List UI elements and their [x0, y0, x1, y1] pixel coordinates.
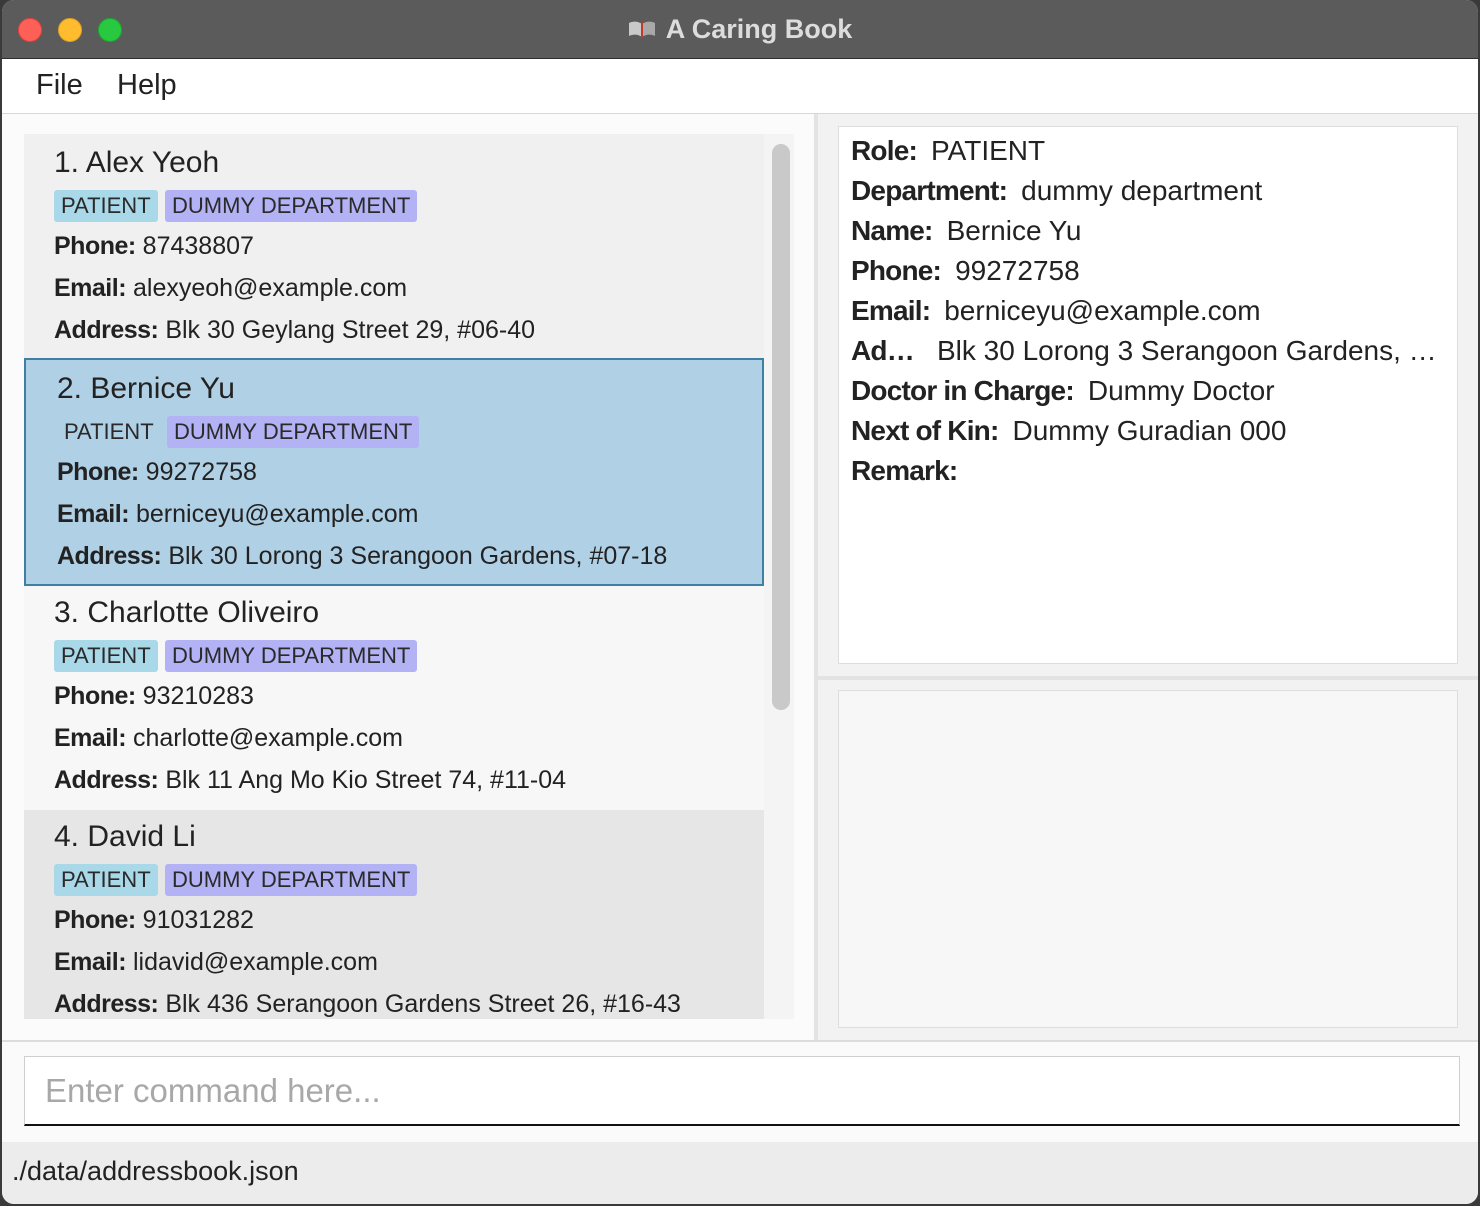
detail-doctor: Doctor in Charge: Dummy Doctor — [851, 375, 1275, 406]
person-list[interactable]: 1. Alex Yeoh PATIENT DUMMY DEPARTMENT Ph… — [24, 134, 794, 1019]
phone-field: Phone: 87438807 — [54, 232, 254, 260]
detail-address: Add... Blk 30 Lorong 3 Serangoon Gardens,… — [851, 335, 1451, 366]
department-tag: DUMMY DEPARTMENT — [165, 640, 418, 672]
title-bar[interactable]: A Caring Book — [2, 0, 1478, 59]
detail-role: Role: PATIENT — [851, 135, 1046, 166]
app-window: A Caring Book File Help 1. Alex Yeoh PAT… — [2, 0, 1478, 1204]
detail-phone: Phone: 99272758 — [851, 255, 1080, 286]
address-field: Address: Blk 11 Ang Mo Kio Street 74, #1… — [54, 766, 567, 794]
person-card-selected[interactable]: 2. Bernice Yu PATIENT DUMMY DEPARTMENT P… — [24, 358, 764, 586]
role-tag: PATIENT — [54, 864, 158, 896]
detail-panel: Role: PATIENT Department: dummy department… — [818, 114, 1478, 1040]
department-tag: DUMMY DEPARTMENT — [167, 416, 420, 448]
person-list-panel: 1. Alex Yeoh PATIENT DUMMY DEPARTMENT Ph… — [2, 114, 814, 1040]
detail-next-of-kin: Next of Kin: Dummy Guradian 000 — [851, 415, 1287, 446]
person-name: 4. David Li — [54, 820, 196, 853]
menu-bar: File Help — [2, 59, 1478, 114]
email-field: Email: lidavid@example.com — [54, 948, 378, 976]
email-field: Email: charlotte@example.com — [54, 724, 403, 752]
department-tag: DUMMY DEPARTMENT — [165, 864, 418, 896]
phone-field: Phone: 93210283 — [54, 682, 254, 710]
detail-name: Name: Bernice Yu — [851, 215, 1082, 246]
window-title: A Caring Book — [665, 13, 853, 44]
person-detail-box: Role: PATIENT Department: dummy department… — [838, 126, 1458, 664]
person-card[interactable]: 3. Charlotte Oliveiro PATIENT DUMMY DEPA… — [24, 586, 764, 810]
department-tag: DUMMY DEPARTMENT — [165, 190, 418, 222]
person-name: 1. Alex Yeoh — [54, 146, 220, 179]
role-tag: PATIENT — [64, 419, 154, 444]
role-tag: PATIENT — [54, 640, 158, 672]
detail-email: Email: berniceyu@example.com — [851, 295, 1261, 326]
list-scrollbar-thumb[interactable] — [772, 144, 790, 710]
menu-help[interactable]: Help — [117, 69, 177, 102]
address-field: Address: Blk 30 Lorong 3 Serangoon Garde… — [57, 542, 668, 570]
email-field: Email: berniceyu@example.com — [57, 500, 419, 528]
address-field: Address: Blk 30 Geylang Street 29, #06-4… — [54, 316, 536, 344]
person-card[interactable]: 4. David Li PATIENT DUMMY DEPARTMENT Pho… — [24, 810, 764, 1019]
address-field: Address: Blk 436 Serangoon Gardens Stree… — [54, 990, 681, 1018]
menu-file[interactable]: File — [36, 69, 83, 102]
person-name: 2. Bernice Yu — [57, 372, 235, 405]
person-name: 3. Charlotte Oliveiro — [54, 596, 320, 629]
panel-divider[interactable] — [818, 676, 1478, 680]
command-input[interactable] — [24, 1056, 1460, 1126]
result-display[interactable] — [838, 690, 1458, 1028]
save-file-path: ./data/addressbook.json — [12, 1156, 299, 1186]
detail-remark: Remark: — [851, 455, 958, 486]
phone-field: Phone: 91031282 — [54, 906, 254, 934]
status-bar: ./data/addressbook.json — [2, 1142, 1478, 1204]
phone-field: Phone: 99272758 — [57, 458, 257, 486]
email-field: Email: alexyeoh@example.com — [54, 274, 408, 302]
role-tag: PATIENT — [54, 190, 158, 222]
command-box-area — [2, 1040, 1478, 1142]
detail-department: Department: dummy department — [851, 175, 1263, 206]
person-card[interactable]: 1. Alex Yeoh PATIENT DUMMY DEPARTMENT Ph… — [24, 134, 764, 358]
open-book-icon — [628, 21, 655, 37]
